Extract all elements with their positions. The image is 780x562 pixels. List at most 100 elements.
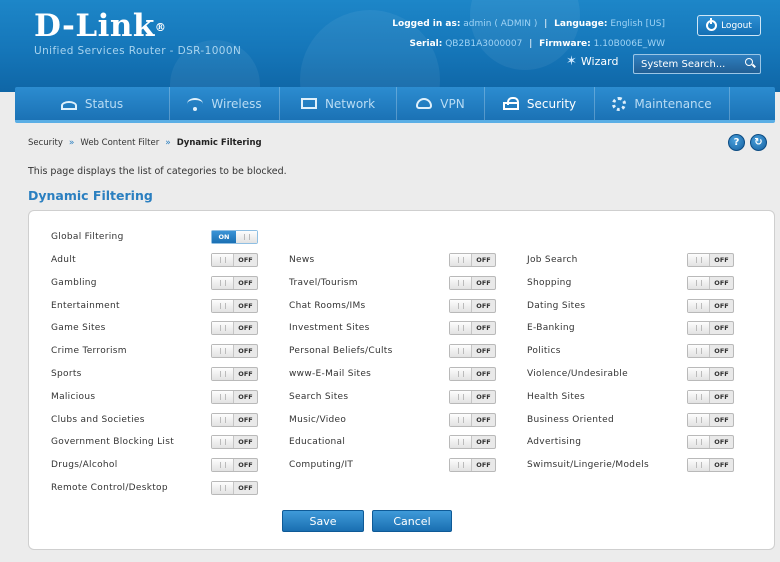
language-selector[interactable]: English [US]: [610, 19, 665, 29]
logout-button[interactable]: Logout: [697, 15, 761, 36]
toggle-knob: [212, 368, 234, 380]
refresh-icon[interactable]: ↻: [750, 134, 767, 151]
category-toggle[interactable]: OFF: [449, 276, 496, 290]
nav-network[interactable]: Network: [280, 87, 397, 120]
category-toggle[interactable]: OFF: [449, 435, 496, 449]
toggle-knob: [450, 436, 472, 448]
toggle-off-text: OFF: [714, 370, 729, 378]
category-label: Health Sites: [527, 392, 585, 402]
category-toggle[interactable]: OFF: [211, 481, 258, 495]
category-toggle[interactable]: OFF: [449, 253, 496, 267]
toggle-grip: [457, 303, 464, 309]
category-label: Drugs/Alcohol: [51, 460, 118, 470]
category-toggle[interactable]: OFF: [687, 390, 734, 404]
breadcrumb-web-content-filter[interactable]: Web Content Filter: [80, 138, 159, 148]
toggle-grip: [457, 394, 464, 400]
category-toggle[interactable]: OFF: [211, 435, 258, 449]
toggle-knob: [688, 436, 710, 448]
toggle-grip: [219, 325, 226, 331]
toggle-knob: [212, 345, 234, 357]
toggle-knob: [450, 414, 472, 426]
category-toggle[interactable]: OFF: [687, 253, 734, 267]
toggle-grip: [219, 485, 226, 491]
category-label: Advertising: [527, 437, 582, 447]
toggle-off-text: OFF: [476, 416, 491, 424]
logged-in-label: Logged in as:: [392, 19, 461, 29]
nav-maintenance[interactable]: Maintenance: [595, 87, 730, 120]
toggle-grip: [219, 348, 226, 354]
toggle-grip: [457, 371, 464, 377]
toggle-knob: [688, 414, 710, 426]
toggle-grip: [219, 439, 226, 445]
gear-icon: [612, 96, 627, 111]
toggle-grip: [695, 348, 702, 354]
nav-status[interactable]: Status: [15, 87, 170, 120]
nav-maintenance-label: Maintenance: [634, 96, 712, 111]
category-toggle[interactable]: OFF: [211, 276, 258, 290]
global-filtering-toggle[interactable]: ON: [211, 230, 258, 244]
category-toggle[interactable]: OFF: [687, 276, 734, 290]
cancel-button[interactable]: Cancel: [372, 510, 452, 532]
wand-icon: ✶: [566, 54, 577, 69]
nav-vpn-label: VPN: [440, 96, 465, 111]
toggle-off-text: OFF: [714, 302, 729, 310]
category-toggle[interactable]: OFF: [687, 299, 734, 313]
category-toggle[interactable]: OFF: [211, 253, 258, 267]
breadcrumb: Security » Web Content Filter » Dynamic …: [28, 138, 262, 148]
wizard-link[interactable]: ✶ Wizard: [566, 54, 618, 69]
category-toggle[interactable]: OFF: [211, 367, 258, 381]
category-toggle[interactable]: OFF: [211, 344, 258, 358]
category-toggle[interactable]: OFF: [449, 321, 496, 335]
dlink-logo: D-Link®: [34, 8, 167, 44]
category-toggle[interactable]: OFF: [687, 344, 734, 358]
toggle-grip: [457, 439, 464, 445]
toggle-grip: [457, 257, 464, 263]
nav-security[interactable]: Security: [485, 87, 595, 120]
category-label: Chat Rooms/IMs: [289, 301, 366, 311]
breadcrumb-separator: »: [165, 138, 171, 148]
category-toggle[interactable]: OFF: [211, 458, 258, 472]
category-toggle[interactable]: OFF: [449, 458, 496, 472]
category-toggle[interactable]: OFF: [449, 413, 496, 427]
category-toggle[interactable]: OFF: [687, 367, 734, 381]
category-toggle[interactable]: OFF: [449, 299, 496, 313]
category-toggle[interactable]: OFF: [687, 321, 734, 335]
category-label: Search Sites: [289, 392, 349, 402]
category-toggle[interactable]: OFF: [211, 299, 258, 313]
category-toggle[interactable]: OFF: [687, 435, 734, 449]
toggle-off-text: OFF: [714, 438, 729, 446]
system-search-input[interactable]: System Search...: [633, 54, 761, 74]
toggle-off-text: OFF: [476, 302, 491, 310]
header-banner: D-Link® Unified Services Router - DSR-10…: [0, 0, 780, 92]
help-icon[interactable]: ?: [728, 134, 745, 151]
toggle-off-text: OFF: [476, 279, 491, 287]
toggle-off-text: OFF: [714, 347, 729, 355]
category-label: Swimsuit/Lingerie/Models: [527, 460, 649, 470]
nav-vpn[interactable]: VPN: [397, 87, 485, 120]
toggle-grip: [695, 417, 702, 423]
category-label: Clubs and Societies: [51, 415, 145, 425]
toggle-grip: [457, 462, 464, 468]
page-description: This page displays the list of categorie…: [28, 166, 287, 177]
category-toggle[interactable]: OFF: [211, 321, 258, 335]
toggle-knob: [212, 436, 234, 448]
category-toggle[interactable]: OFF: [211, 390, 258, 404]
toggle-grip: [219, 462, 226, 468]
category-label: www-E-Mail Sites: [289, 369, 372, 379]
category-toggle[interactable]: OFF: [449, 367, 496, 381]
category-toggle[interactable]: OFF: [449, 344, 496, 358]
breadcrumb-security[interactable]: Security: [28, 138, 63, 148]
category-toggle[interactable]: OFF: [449, 390, 496, 404]
power-icon: [706, 18, 718, 31]
search-icon[interactable]: [745, 58, 753, 66]
category-label: News: [289, 255, 315, 265]
toggle-off-text: OFF: [238, 461, 253, 469]
category-toggle[interactable]: OFF: [211, 413, 258, 427]
toggle-off-text: OFF: [238, 279, 253, 287]
toggle-knob: [450, 391, 472, 403]
category-toggle[interactable]: OFF: [687, 458, 734, 472]
nav-wireless[interactable]: Wireless: [170, 87, 280, 120]
save-button[interactable]: Save: [282, 510, 364, 532]
category-toggle[interactable]: OFF: [687, 413, 734, 427]
toggle-knob: [212, 300, 234, 312]
